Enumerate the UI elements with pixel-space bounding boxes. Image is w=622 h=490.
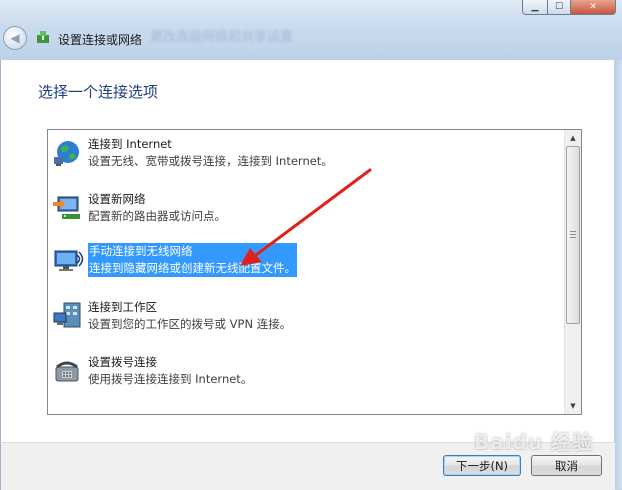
option-title: 连接到工作区: [88, 300, 157, 314]
minimize-button[interactable]: ▁: [522, 0, 548, 15]
option-title: 连接到 Internet: [88, 137, 172, 151]
scroll-thumb[interactable]: [566, 146, 580, 324]
globe-network-icon: [54, 141, 79, 166]
option-description: 设置到您的工作区的拨号或 VPN 连接。: [88, 317, 292, 331]
workplace-icon: [53, 302, 81, 328]
list-scrollbar[interactable]: ▲ ▼: [564, 130, 581, 414]
phone-modem-icon: [55, 361, 79, 382]
option-title: 设置新网络: [88, 192, 146, 206]
option-description: 使用拨号连接连接到 Internet。: [88, 372, 253, 386]
cancel-button[interactable]: 取消: [531, 455, 602, 476]
window-title: 设置连接或网络: [58, 33, 143, 47]
thumb-grip: [570, 237, 576, 238]
option-setup-network[interactable]: 设置新网络 配置新的路由器或访问点。: [52, 191, 562, 227]
option-description: 设置无线、宽带或拨号连接，连接到 Internet。: [88, 154, 333, 168]
close-icon: ✕: [589, 2, 597, 12]
maximize-icon: ☐: [554, 2, 564, 12]
page-heading: 选择一个连接选项: [38, 83, 159, 101]
thumb-grip: [570, 234, 576, 235]
option-text: 连接到工作区 设置到您的工作区的拨号或 VPN 连接。: [88, 299, 291, 333]
baidu-watermark: Baidu 经验: [474, 430, 594, 454]
option-manual-wireless[interactable]: 手动连接到无线网络 连接到隐藏网络或创建新无线配置文件。: [52, 243, 562, 279]
connection-options-list[interactable]: 连接到 Internet 设置无线、宽带或拨号连接，连接到 Internet。 …: [47, 129, 582, 415]
option-description: 连接到隐藏网络或创建新无线配置文件。: [89, 261, 296, 275]
option-title: 设置拨号连接: [88, 355, 157, 369]
option-title: 手动连接到无线网络: [89, 244, 193, 258]
option-text: 设置新网络 配置新的路由器或访问点。: [88, 191, 226, 225]
back-button[interactable]: ◀: [3, 26, 27, 50]
back-arrow-icon: ◀: [10, 31, 20, 45]
scroll-up-icon: ▲: [570, 134, 576, 142]
option-setup-dialup[interactable]: 设置拨号连接 使用拨号连接连接到 Internet。: [52, 354, 562, 390]
scroll-up-button[interactable]: ▲: [565, 130, 581, 146]
option-description: 配置新的路由器或访问点。: [88, 209, 226, 223]
minimize-icon: ▁: [531, 2, 539, 12]
next-button[interactable]: 下一步(N): [443, 455, 521, 476]
network-setup-icon: [37, 31, 49, 43]
option-text: 手动连接到无线网络 连接到隐藏网络或创建新无线配置文件。: [88, 243, 297, 277]
maximize-button[interactable]: ☐: [548, 0, 571, 15]
thumb-grip: [570, 231, 576, 232]
option-connect-workplace[interactable]: 连接到工作区 设置到您的工作区的拨号或 VPN 连接。: [52, 299, 562, 335]
window-frame-right: [614, 60, 622, 489]
option-text: 设置拨号连接 使用拨号连接连接到 Internet。: [88, 354, 252, 388]
scroll-down-button[interactable]: ▼: [565, 398, 581, 414]
router-setup-icon: [53, 196, 80, 219]
close-button[interactable]: ✕: [571, 0, 616, 15]
content-area: 选择一个连接选项 连接到 Internet 设置无线、宽带或拨号连接，连接到 I…: [0, 60, 615, 442]
scroll-down-icon: ▼: [570, 402, 576, 410]
background-window-title: 更改高级网络和共享设置: [150, 30, 294, 45]
window-controls: ▁ ☐ ✕: [522, 0, 616, 15]
option-connect-internet[interactable]: 连接到 Internet 设置无线、宽带或拨号连接，连接到 Internet。: [52, 136, 562, 172]
option-text: 连接到 Internet 设置无线、宽带或拨号连接，连接到 Internet。: [88, 136, 333, 170]
title-bar: 更改高级网络和共享设置 ▁ ☐ ✕ ◀ 设置连接或网络: [0, 0, 622, 60]
wireless-monitor-icon: [54, 250, 84, 271]
